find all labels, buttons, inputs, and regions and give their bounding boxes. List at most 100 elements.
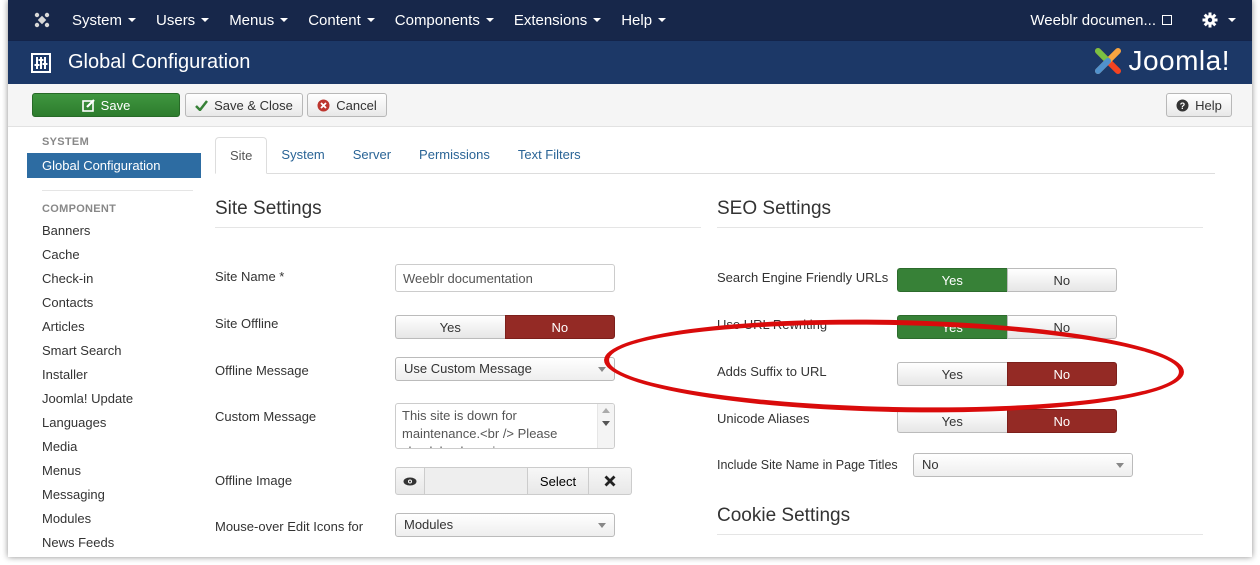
menu-users[interactable]: Users: [146, 0, 219, 40]
site-settings-title: Site Settings: [215, 198, 322, 219]
sidebar-item-languages[interactable]: Languages: [27, 411, 201, 435]
site-name-label: Site Name *: [215, 269, 285, 284]
menu-system[interactable]: System: [62, 0, 146, 40]
unicode-aliases-label: Unicode Aliases: [717, 411, 810, 426]
scroll-down-icon: [602, 421, 610, 426]
sidebar-item-modules[interactable]: Modules: [27, 507, 201, 531]
main-menu: System Users Menus Content Components Ex…: [62, 0, 676, 40]
caret-down-icon: [366, 18, 375, 22]
question-circle-icon: ?: [1176, 99, 1189, 112]
sidebar-item-news-feeds[interactable]: News Feeds: [27, 531, 201, 555]
save-button[interactable]: Save: [32, 93, 180, 117]
sef-urls-yes[interactable]: Yes: [897, 268, 1007, 292]
offline-image-field: Select: [395, 467, 632, 495]
top-navbar: System Users Menus Content Components Ex…: [8, 0, 1252, 40]
settings-dropdown[interactable]: [1202, 12, 1236, 28]
mouseover-edit-label: Mouse-over Edit Icons for: [215, 519, 364, 534]
close-icon: [604, 475, 616, 487]
site-settings-rule: [215, 227, 701, 228]
caret-down-icon: [1228, 18, 1236, 22]
sitename-titles-select[interactable]: No: [913, 453, 1133, 477]
caret-down-icon: [201, 18, 210, 22]
menu-content[interactable]: Content: [298, 0, 385, 40]
sidebar: SYSTEM Global Configuration COMPONENT Ba…: [27, 136, 201, 555]
tab-permissions[interactable]: Permissions: [405, 137, 504, 173]
suffix-url-yes[interactable]: Yes: [897, 362, 1007, 386]
help-button[interactable]: ? Help: [1166, 93, 1232, 117]
sidebar-item-cache[interactable]: Cache: [27, 243, 201, 267]
cancel-circle-icon: [317, 99, 330, 112]
sidebar-item-joomla-update[interactable]: Joomla! Update: [27, 387, 201, 411]
mouseover-edit-select[interactable]: Modules: [395, 513, 615, 537]
offline-message-label: Offline Message: [215, 363, 309, 378]
unicode-aliases-yes[interactable]: Yes: [897, 409, 1007, 433]
custom-message-textarea[interactable]: This site is down for maintenance.<br />…: [395, 403, 615, 449]
offline-image-path[interactable]: [425, 467, 528, 495]
seo-settings-title: SEO Settings: [717, 198, 832, 219]
sidebar-item-media[interactable]: Media: [27, 435, 201, 459]
sidebar-header-component: COMPONENT: [42, 203, 117, 215]
textarea-scrollbar[interactable]: [597, 404, 614, 448]
sidebar-divider: [42, 190, 193, 191]
cookie-settings-rule: [717, 534, 1203, 535]
sef-urls-toggle: Yes No: [897, 268, 1117, 292]
toolbar: Save Save & Close Cancel ? Help: [8, 84, 1252, 127]
caret-down-icon: [593, 18, 602, 22]
sef-urls-no[interactable]: No: [1006, 268, 1117, 292]
config-tabs: Site System Server Permissions Text Filt…: [215, 137, 1215, 174]
cookie-settings-title: Cookie Settings: [717, 505, 851, 526]
joomla-logo-icon[interactable]: [22, 12, 62, 28]
tab-text-filters[interactable]: Text Filters: [504, 137, 595, 173]
site-offline-no[interactable]: No: [504, 315, 615, 339]
menu-menus[interactable]: Menus: [219, 0, 298, 40]
joomla-brand: Joomla!: [1092, 45, 1230, 77]
cancel-button[interactable]: Cancel: [307, 93, 387, 117]
menu-help[interactable]: Help: [611, 0, 676, 40]
site-offline-label: Site Offline: [215, 316, 279, 331]
external-link-icon: [1162, 15, 1172, 25]
sidebar-item-menus[interactable]: Menus: [27, 459, 201, 483]
scroll-up-icon: [602, 408, 610, 413]
site-offline-toggle: Yes No: [395, 315, 615, 339]
sidebar-item-articles[interactable]: Articles: [27, 315, 201, 339]
tab-site[interactable]: Site: [215, 137, 268, 174]
app-window: System Users Menus Content Components Ex…: [8, 0, 1252, 557]
sidebar-item-installer[interactable]: Installer: [27, 363, 201, 387]
chevron-down-icon: [598, 523, 606, 528]
sidebar-item-messaging[interactable]: Messaging: [27, 483, 201, 507]
url-rewriting-no[interactable]: No: [1006, 315, 1117, 339]
menu-components[interactable]: Components: [385, 0, 504, 40]
unicode-aliases-toggle: Yes No: [897, 409, 1117, 433]
edit-icon: [81, 98, 95, 112]
eye-icon: [403, 477, 417, 485]
suffix-url-no[interactable]: No: [1006, 362, 1117, 386]
svg-text:?: ?: [1180, 101, 1186, 111]
site-offline-yes[interactable]: Yes: [395, 315, 505, 339]
save-close-button[interactable]: Save & Close: [185, 93, 303, 117]
site-link[interactable]: Weeblr documen...: [1030, 12, 1172, 29]
url-rewriting-toggle: Yes No: [897, 315, 1117, 339]
select-image-button[interactable]: Select: [528, 467, 589, 495]
site-name-input[interactable]: [395, 264, 615, 292]
sidebar-item-banners[interactable]: Banners: [27, 219, 201, 243]
joomla-brand-icon: [1095, 48, 1122, 74]
page-title: Global Configuration: [68, 51, 251, 73]
preview-button[interactable]: [395, 467, 425, 495]
chevron-down-icon: [1116, 463, 1124, 468]
unicode-aliases-no[interactable]: No: [1006, 409, 1117, 433]
suffix-url-toggle: Yes No: [897, 362, 1117, 386]
gear-icon: [1202, 12, 1218, 28]
url-rewriting-yes[interactable]: Yes: [897, 315, 1007, 339]
sidebar-item-smart-search[interactable]: Smart Search: [27, 339, 201, 363]
url-rewriting-label: Use URL Rewriting: [717, 317, 828, 332]
offline-message-select[interactable]: Use Custom Message: [395, 357, 615, 381]
sidebar-item-contacts[interactable]: Contacts: [27, 291, 201, 315]
clear-image-button[interactable]: [589, 467, 632, 495]
sidebar-item-check-in[interactable]: Check-in: [27, 267, 201, 291]
sidebar-item-global-configuration[interactable]: Global Configuration: [27, 153, 201, 178]
sitename-titles-label: Include Site Name in Page Titles: [717, 458, 898, 472]
tab-system[interactable]: System: [267, 137, 338, 173]
offline-image-label: Offline Image: [215, 473, 293, 488]
menu-extensions[interactable]: Extensions: [504, 0, 611, 40]
tab-server[interactable]: Server: [339, 137, 405, 173]
